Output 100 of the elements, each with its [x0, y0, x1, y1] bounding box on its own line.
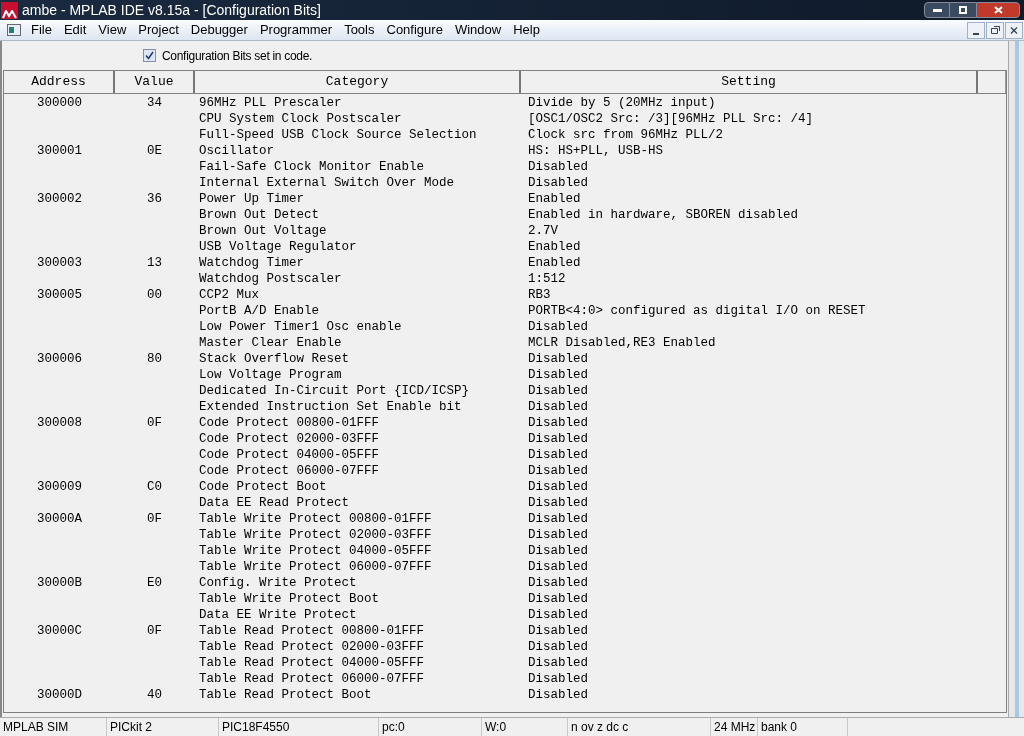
setting-cell: Disabled [528, 383, 588, 398]
close-button[interactable] [976, 2, 1020, 18]
value-cell: E0 [147, 575, 162, 590]
setting-cell: MCLR Disabled,RE3 Enabled [528, 335, 716, 350]
close-icon [993, 6, 1003, 14]
close-icon [1010, 26, 1018, 34]
category-cell: Dedicated In-Circuit Port {ICD/ICSP} [199, 383, 470, 398]
column-header[interactable]: Setting [521, 71, 978, 93]
menu-item[interactable]: Debugger [184, 20, 254, 40]
address-cell: 30000B [37, 575, 82, 590]
value-cell: 00 [147, 287, 162, 302]
category-cell: Full-Speed USB Clock Source Selection [199, 127, 477, 142]
restore-button[interactable] [986, 21, 1004, 39]
category-cell: CPU System Clock Postscaler [199, 111, 402, 126]
address-cell: 300009 [37, 479, 82, 494]
setting-cell: Disabled [528, 687, 588, 702]
setting-cell: Disabled [528, 175, 588, 190]
category-cell: Extended Instruction Set Enable bit [199, 399, 462, 414]
value-cell: 40 [147, 687, 162, 702]
check-icon [145, 51, 154, 60]
category-cell: Code Protect 06000-07FFF [199, 463, 380, 478]
category-cell: Power Up Timer [199, 191, 305, 206]
menu-item[interactable]: Edit [57, 20, 93, 40]
category-cell: Config. Write Protect [199, 575, 357, 590]
category-cell: Watchdog Postscaler [199, 271, 342, 286]
setting-cell: Enabled [528, 239, 581, 254]
column-header[interactable]: Category [195, 71, 521, 93]
close-button[interactable] [1005, 21, 1023, 39]
setting-cell: Disabled [528, 607, 588, 622]
category-cell: 96MHz PLL Prescaler [199, 95, 342, 110]
setting-cell: 1:512 [528, 271, 566, 286]
restore-button[interactable] [950, 2, 976, 18]
category-cell: Low Voltage Program [199, 367, 342, 382]
address-cell: 300000 [37, 95, 82, 110]
status-text: n ov z dc c [571, 719, 629, 736]
window-title: ambe - MPLAB IDE v8.15a - [Configuration Bits] [22, 0, 321, 20]
setting-cell: Disabled [528, 399, 588, 414]
category-cell: Table Read Protect 00800-01FFF [199, 623, 425, 638]
address-cell: 300001 [37, 143, 82, 158]
menu-item[interactable]: View [92, 20, 133, 40]
minimize-button[interactable] [967, 21, 985, 39]
value-cell: 36 [147, 191, 162, 206]
menu-item[interactable]: Tools [338, 20, 381, 40]
setting-cell: Disabled [528, 415, 588, 430]
category-cell: Table Read Protect 06000-07FFF [199, 671, 425, 686]
setting-cell: Divide by 5 (20MHz input) [528, 95, 716, 110]
setting-cell: Enabled [528, 255, 581, 270]
menu-item[interactable]: Help [507, 20, 546, 40]
minimize-button[interactable] [924, 2, 950, 18]
category-cell: Low Power Timer1 Osc enable [199, 319, 402, 334]
status-text: MPLAB SIM [3, 719, 69, 736]
status-text: pc:0 [382, 719, 405, 736]
setting-cell: 2.7V [528, 223, 558, 238]
category-cell: Code Protect Boot [199, 479, 327, 494]
checkbox[interactable] [143, 49, 156, 62]
setting-cell: Disabled [528, 479, 588, 494]
category-cell: Table Write Protect 06000-07FFF [199, 559, 432, 574]
category-cell: Brown Out Detect [199, 207, 320, 222]
setting-cell: Disabled [528, 159, 588, 174]
category-cell: Code Protect 00800-01FFF [199, 415, 380, 430]
address-cell: 30000C [37, 623, 82, 638]
category-cell: Fail-Safe Clock Monitor Enable [199, 159, 425, 174]
setting-cell: HS: HS+PLL, USB-HS [528, 143, 664, 158]
category-cell: Table Write Protect Boot [199, 591, 380, 606]
menu-item[interactable]: Programmer [253, 20, 339, 40]
menu-item[interactable]: Project [132, 20, 185, 40]
value-cell: 0F [147, 415, 162, 430]
category-cell: PortB A/D Enable [199, 303, 320, 318]
status-text: W:0 [485, 719, 507, 736]
status-text: PICkit 2 [110, 719, 152, 736]
menu-item[interactable]: File [25, 20, 58, 40]
setting-cell: Disabled [528, 559, 588, 574]
value-cell: 34 [147, 95, 162, 110]
scrollbar[interactable] [1008, 41, 1024, 717]
setting-cell: Disabled [528, 495, 588, 510]
setting-cell: Disabled [528, 431, 588, 446]
setting-cell: Disabled [528, 655, 588, 670]
address-cell: 30000A [37, 511, 82, 526]
category-cell: Data EE Write Protect [199, 607, 357, 622]
setting-cell: PORTB<4:0> configured as digital I/O on RESET [528, 303, 866, 318]
category-cell: Table Write Protect 04000-05FFF [199, 543, 432, 558]
menu-item[interactable]: Window [448, 20, 508, 40]
app-logo-icon [1, 1, 18, 19]
setting-cell: Disabled [528, 639, 588, 654]
value-cell: 0E [147, 143, 162, 158]
address-cell: 300006 [37, 351, 82, 366]
menu-item[interactable]: Configure [380, 20, 449, 40]
column-header[interactable]: Value [115, 71, 195, 93]
value-cell: 80 [147, 351, 162, 366]
category-cell: CCP2 Mux [199, 287, 259, 302]
category-cell: Master Clear Enable [199, 335, 342, 350]
status-text: bank 0 [761, 719, 798, 736]
category-cell: Watchdog Timer [199, 255, 305, 270]
setting-cell: [OSC1/OSC2 Src: /3][96MHz PLL Src: /4] [528, 111, 814, 126]
restore-icon [990, 26, 1000, 34]
setting-cell: Disabled [528, 367, 588, 382]
setting-cell: Enabled in hardware, SBOREN disabled [528, 207, 799, 222]
setting-cell: Disabled [528, 351, 588, 366]
column-header[interactable]: Address [4, 71, 115, 93]
value-cell: 0F [147, 511, 162, 526]
